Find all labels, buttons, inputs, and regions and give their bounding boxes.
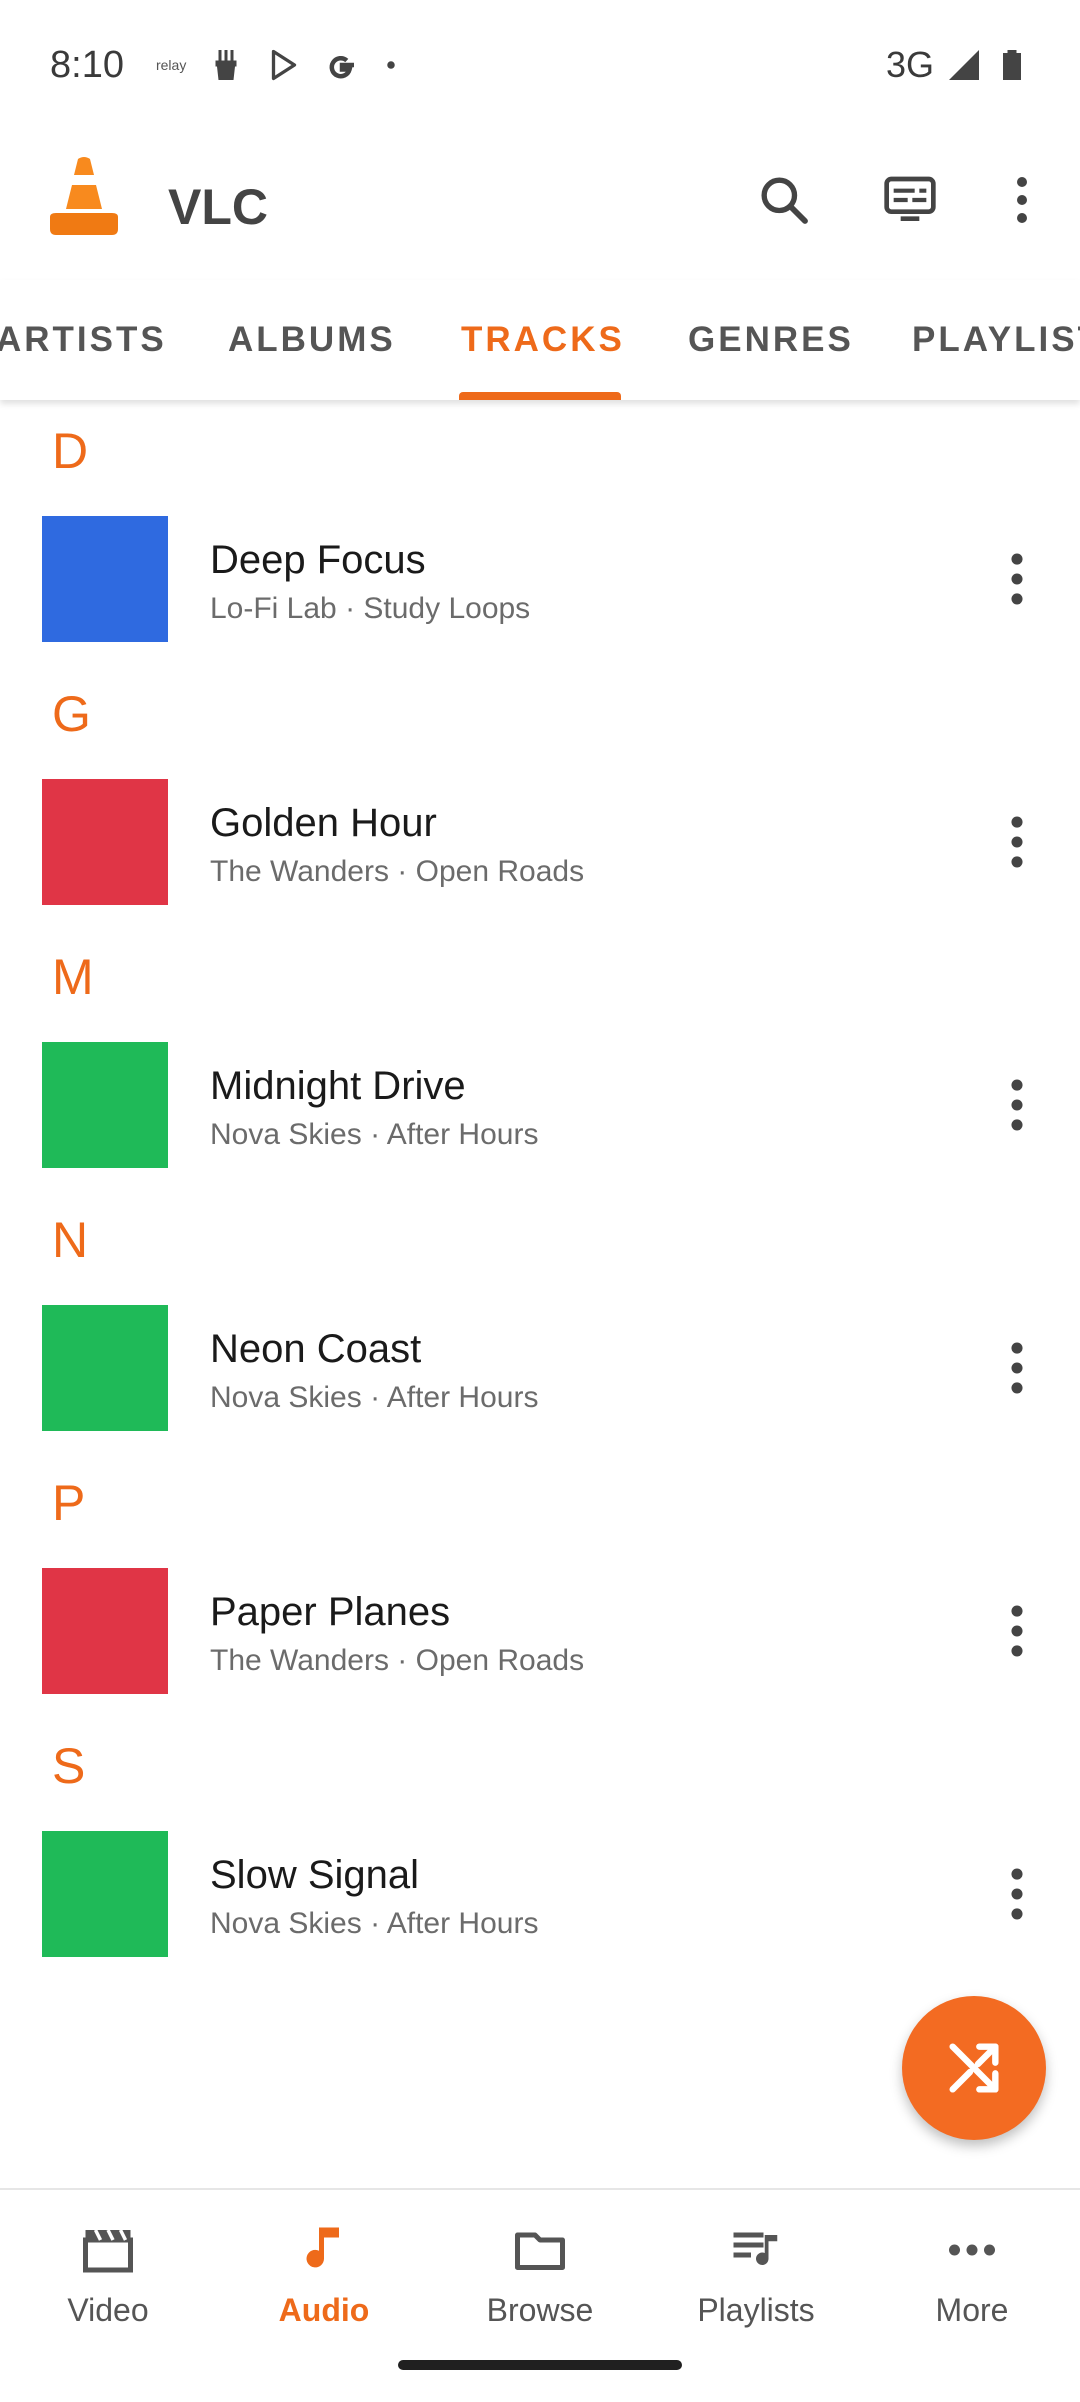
status-time: 8:10 — [50, 43, 124, 86]
google-icon — [329, 55, 355, 79]
category-tabs: ARTISTS ALBUMS TRACKS GENRES PLAYLISTS — [0, 280, 1080, 400]
amazon-relay-icon: relay — [155, 57, 187, 73]
nav-label: Playlists — [697, 2292, 815, 2328]
section-letter: D — [52, 423, 89, 479]
overflow-menu-icon[interactable] — [1000, 172, 1044, 228]
nav-label: Browse — [486, 2292, 594, 2328]
track-subtitle: Nova Skies · After Hours — [210, 1907, 539, 1940]
section-header: M — [0, 926, 1080, 1026]
network-type: 3G — [885, 44, 934, 85]
track-subtitle: Lo-Fi Lab · Study Loops — [210, 592, 531, 625]
track-title: Golden Hour — [210, 801, 437, 845]
more-vert-icon[interactable] — [1000, 1600, 1034, 1662]
dot-icon — [387, 61, 396, 69]
album-art — [42, 1831, 168, 1957]
tab-albums[interactable]: ALBUMS — [228, 320, 396, 360]
more-vert-icon[interactable] — [1000, 811, 1034, 873]
rendering-icon[interactable] — [882, 172, 938, 228]
list-item[interactable]: Deep Focus Lo-Fi Lab · Study Loops — [0, 500, 1080, 663]
shuffle-button[interactable] — [902, 1996, 1046, 2140]
battery-icon — [1003, 50, 1021, 80]
music-note-icon — [306, 2227, 339, 2268]
album-art — [42, 1305, 168, 1431]
nav-label: Video — [67, 2292, 149, 2328]
album-art — [42, 779, 168, 905]
brush-icon — [215, 50, 237, 80]
playlist-icon — [733, 2232, 778, 2265]
search-icon[interactable] — [756, 172, 812, 228]
track-title: Deep Focus — [210, 538, 426, 582]
nav-playlists[interactable]: Playlists — [648, 2190, 864, 2360]
app-toolbar: VLC — [0, 130, 1080, 280]
section-header: G — [0, 663, 1080, 763]
list-item[interactable]: Paper Planes The Wanders · Open Roads — [0, 1552, 1080, 1715]
tab-playlists[interactable]: PLAYLISTS — [912, 320, 1080, 360]
nav-more[interactable]: More — [864, 2190, 1080, 2360]
more-horiz-icon — [949, 2244, 995, 2256]
section-letter: S — [52, 1738, 86, 1794]
album-art — [42, 1042, 168, 1168]
signal-icon — [949, 50, 979, 80]
active-tab-indicator — [459, 392, 621, 400]
tab-genres[interactable]: GENRES — [688, 320, 854, 360]
album-art — [42, 1568, 168, 1694]
list-item[interactable]: Neon Coast Nova Skies · After Hours — [0, 1289, 1080, 1452]
play-store-icon — [272, 49, 297, 81]
shuffle-icon — [949, 2043, 999, 2093]
section-header: D — [0, 400, 1080, 500]
section-letter: G — [52, 686, 91, 742]
track-title: Slow Signal — [210, 1853, 420, 1897]
track-title: Neon Coast — [210, 1327, 422, 1371]
section-letter: M — [52, 949, 94, 1005]
list-item[interactable]: Midnight Drive Nova Skies · After Hours — [0, 1026, 1080, 1189]
track-subtitle: Nova Skies · After Hours — [210, 1381, 539, 1414]
status-bar: 8:10 relay 3G — [0, 0, 1080, 130]
status-left: 8:10 relay — [50, 44, 400, 87]
nav-label: Audio — [278, 2292, 370, 2328]
section-header: S — [0, 1715, 1080, 1815]
track-subtitle: Nova Skies · After Hours — [210, 1118, 539, 1151]
album-art — [42, 516, 168, 642]
nav-video[interactable]: Video — [0, 2190, 216, 2360]
tab-tracks[interactable]: TRACKS — [461, 320, 625, 360]
track-subtitle: The Wanders · Open Roads — [210, 1644, 585, 1677]
section-letter: P — [52, 1475, 86, 1531]
app-title: VLC — [168, 179, 268, 235]
section-letter: N — [52, 1212, 89, 1268]
movie-icon — [83, 2229, 133, 2273]
list-item[interactable]: Golden Hour The Wanders · Open Roads — [0, 763, 1080, 926]
more-vert-icon[interactable] — [1000, 1074, 1034, 1136]
nav-label: More — [935, 2292, 1009, 2328]
nav-audio[interactable]: Audio — [216, 2190, 432, 2360]
status-right: 3G — [886, 44, 1030, 86]
section-header: P — [0, 1452, 1080, 1552]
folder-icon — [515, 2232, 565, 2270]
nav-browse[interactable]: Browse — [432, 2190, 648, 2360]
more-vert-icon[interactable] — [1000, 1863, 1034, 1925]
track-title: Midnight Drive — [210, 1064, 466, 1108]
list-item[interactable]: Slow Signal Nova Skies · After Hours — [0, 1815, 1080, 1978]
track-list: D Deep Focus Lo-Fi Lab · Study Loops G G… — [0, 400, 1080, 1978]
more-vert-icon[interactable] — [1000, 1337, 1034, 1399]
track-subtitle: The Wanders · Open Roads — [210, 855, 585, 888]
more-vert-icon[interactable] — [1000, 548, 1034, 610]
tab-artists[interactable]: ARTISTS — [0, 320, 167, 360]
home-indicator[interactable] — [398, 2360, 682, 2370]
vlc-cone-logo — [50, 157, 118, 235]
track-title: Paper Planes — [210, 1590, 451, 1634]
section-header: N — [0, 1189, 1080, 1289]
